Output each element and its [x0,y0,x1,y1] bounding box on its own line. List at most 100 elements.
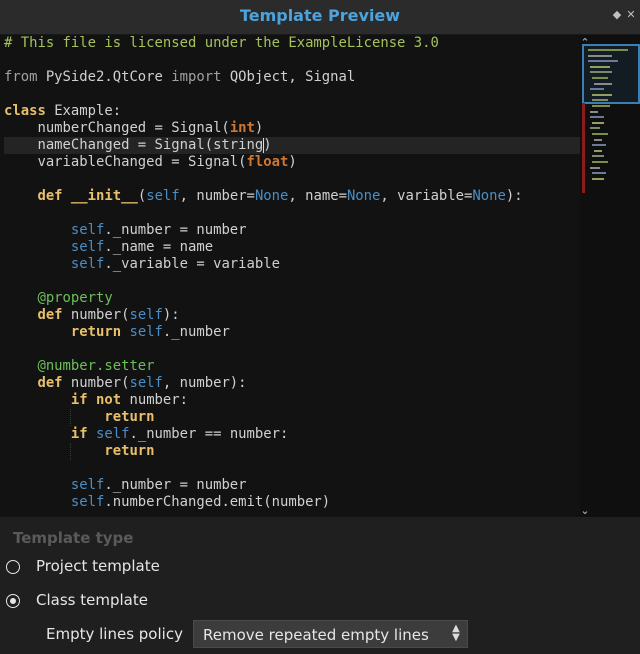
code-token: if [70,426,88,442]
minimap-line [594,138,602,141]
code-line: return [4,409,580,426]
minimap-line [592,172,606,175]
scroll-up-icon[interactable]: ⌃ [578,37,592,49]
code-token: def [37,188,63,204]
code-token: , name= [288,188,347,204]
code-token: self [70,222,105,238]
empty-lines-label: Empty lines policy [46,625,183,643]
minimap-line [594,82,612,85]
code-token: QObject, Signal [221,69,356,85]
text-cursor [263,138,265,153]
minimap-line [590,127,600,130]
minimap[interactable] [580,35,640,517]
minimap-line [590,166,600,169]
section-title: Template type [13,529,134,547]
code-token: if [70,392,88,408]
template-options: Template type Project template Class tem… [0,517,640,654]
code-line: from PySide2.QtCore import QObject, Sign… [4,69,580,86]
code-line: @property [4,290,580,307]
minimap-line [592,121,604,124]
radio-button[interactable] [6,560,20,574]
code-token: ._number = number [104,222,247,238]
code-line: if self._number == number: [4,426,580,443]
code-token: self [70,477,105,493]
code-line: if not number: [4,392,580,409]
code-token: ._number == number: [129,426,289,442]
code-lines: # This file is licensed under the Exampl… [4,35,580,511]
minimap-line [588,60,618,63]
code-line: return [4,443,580,460]
code-token: self [96,426,130,442]
radio-label: Project template [36,557,160,575]
code-token: ._number = number [104,477,247,493]
code-token: def [37,307,63,323]
code-token: self [146,188,180,204]
code-line: # This file is licensed under the Exampl… [4,35,580,52]
code-token: float [246,154,289,170]
float-icon[interactable]: ◆ [611,9,623,21]
code-line: numberChanged = Signal(int) [4,120,580,137]
code-token: ._number [162,324,230,340]
code-token: , number= [179,188,255,204]
code-token: number( [62,375,130,391]
minimap-line [590,88,604,91]
code-token: @property [4,290,113,306]
code-editor[interactable]: # This file is licensed under the Exampl… [0,35,580,517]
minimap-line [592,133,608,135]
minimap-line [590,116,604,119]
code-token: ) [254,120,264,136]
code-token: self [129,324,163,340]
minimap-line [588,49,628,51]
code-token: .numberChanged.emit(number) [104,494,331,510]
code-token: number: [121,392,189,408]
window-title: Template Preview [239,6,401,25]
code-line: self.numberChanged.emit(number) [4,494,580,511]
empty-lines-value: Remove repeated empty lines [203,626,429,644]
code-token: variableChanged = Signal( [4,154,247,170]
code-token: ): [162,307,180,323]
code-line: self._number = number [4,222,580,239]
select-arrows-icon: ▲ ▼ [452,623,460,643]
empty-lines-select[interactable]: Remove repeated empty lines ▲ ▼ [193,620,468,648]
code-token: @number.setter [4,358,155,374]
code-token: self [129,375,163,391]
code-token: number( [62,307,130,323]
close-icon[interactable]: ✕ [625,9,637,21]
minimap-line [592,161,608,163]
minimap-line [594,149,602,152]
scroll-down-icon[interactable]: ⌄ [578,505,592,517]
code-token: None [254,188,289,204]
radio-button[interactable] [6,594,20,608]
code-token: numberChanged = Signal( [4,120,230,136]
code-token: ( [137,188,147,204]
code-token: ._name = name [104,239,214,255]
code-line: self._variable = variable [4,256,580,273]
code-line: class Example: [4,103,580,120]
minimap-line [588,54,612,57]
code-line: nameChanged = Signal(string) [4,137,580,154]
code-token: PySide2.QtCore [37,69,172,85]
minimap-line [592,99,608,102]
code-token: not [96,392,122,408]
code-line: def number(self, number): [4,375,580,392]
code-token: ) [288,154,297,170]
code-line: return self._number [4,324,580,341]
minimap-line [592,144,606,147]
code-token: # This file is licensed under the Exampl… [4,35,439,51]
code-token: return [104,443,155,459]
code-token: Example: [45,103,122,119]
code-token: , variable= [380,188,473,204]
